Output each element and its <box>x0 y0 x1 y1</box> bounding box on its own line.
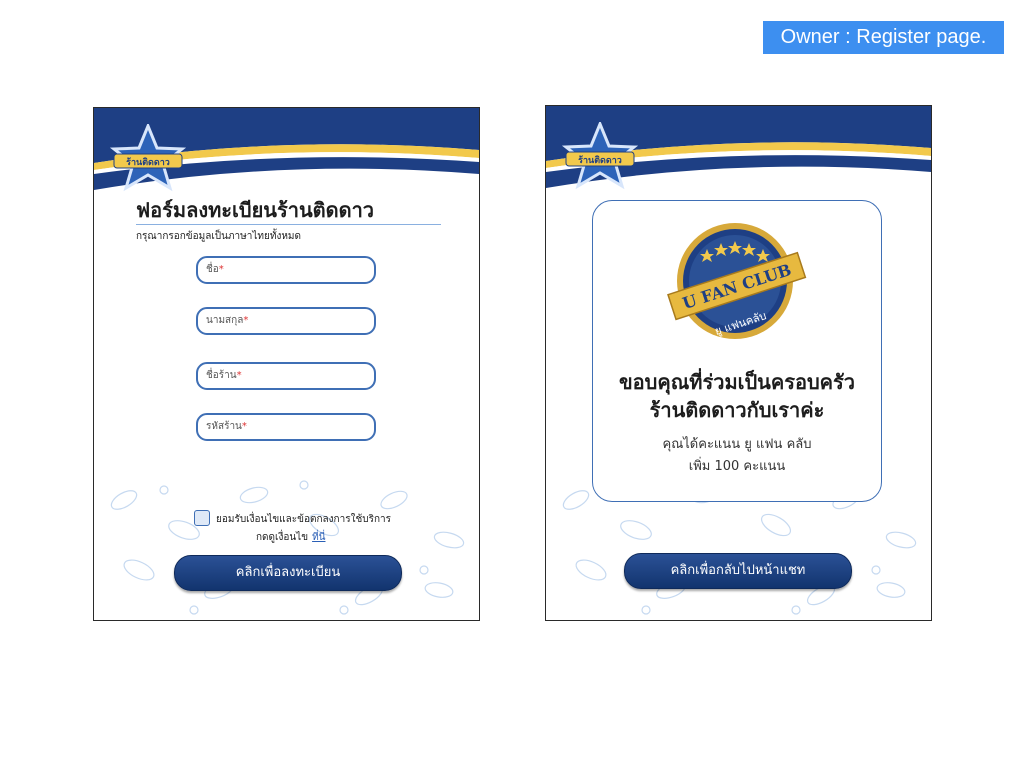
register-button[interactable]: คลิกเพื่อลงทะเบียน <box>174 555 402 591</box>
fan-club-badge-icon: U FAN CLUB ยู แฟนคลับ <box>667 221 807 345</box>
shop-code-field[interactable]: รหัสร้าน* <box>196 413 376 441</box>
form-title: ฟอร์มลงทะเบียนร้านติดดาว <box>136 198 375 222</box>
first-name-field[interactable]: ชื่อ* <box>196 256 376 284</box>
terms-checkbox[interactable] <box>194 510 210 526</box>
required-mark: * <box>241 421 247 432</box>
shop-code-placeholder: รหัสร้าน <box>206 421 242 432</box>
star-logo-icon: ร้านติดดาว <box>108 122 188 194</box>
required-mark: * <box>236 370 242 381</box>
form-subtitle: กรุณากรอกข้อมูลเป็นภาษาไทยทั้งหมด <box>136 231 302 242</box>
points-line-1: คุณได้คะแนน ยู แฟน คลับ <box>662 437 812 452</box>
terms-view-prefix: กดดูเงื่อนไข <box>256 532 309 543</box>
terms-link[interactable]: ที่นี่ <box>312 532 325 543</box>
first-name-placeholder: ชื่อ <box>206 264 219 275</box>
terms-view-row: กดดูเงื่อนไข ที่นี่ <box>256 530 326 545</box>
shop-name-field[interactable]: ชื่อร้าน* <box>196 362 376 390</box>
last-name-field[interactable]: นามสกุล* <box>196 307 376 335</box>
register-screen: ร้านติดดาว ฟอร์มลงทะเบียนร้านติดดาว กรุณ… <box>93 107 480 621</box>
back-to-chat-button[interactable]: คลิกเพื่อกลับไปหน้าแชท <box>624 553 852 589</box>
required-mark: * <box>218 264 224 275</box>
thanks-line-2: ร้านติดดาวกับเราค่ะ <box>649 398 825 422</box>
star-logo-icon: ร้านติดดาว <box>560 120 640 192</box>
shop-name-placeholder: ชื่อร้าน <box>206 370 237 381</box>
logo-text: ร้านติดดาว <box>126 157 170 168</box>
logo-text: ร้านติดดาว <box>578 155 622 166</box>
title-divider <box>136 224 441 225</box>
points-line-2: เพิ่ม 100 คะแนน <box>688 459 786 474</box>
leaf-pattern <box>110 480 465 615</box>
last-name-placeholder: นามสกุล <box>206 315 244 326</box>
success-card: U FAN CLUB ยู แฟนคลับ ขอบคุณที่ร่วมเป็นค… <box>592 200 882 502</box>
owner-tag-label: Owner : Register page. <box>763 21 1004 54</box>
success-screen: ร้านติดดาว U FAN CLUB ยู แฟนคลับ ขอบคุณท… <box>545 105 932 621</box>
required-mark: * <box>243 315 249 326</box>
terms-label: ยอมรับเงื่อนไขและข้อตกลงการใช้บริการ <box>216 514 391 525</box>
